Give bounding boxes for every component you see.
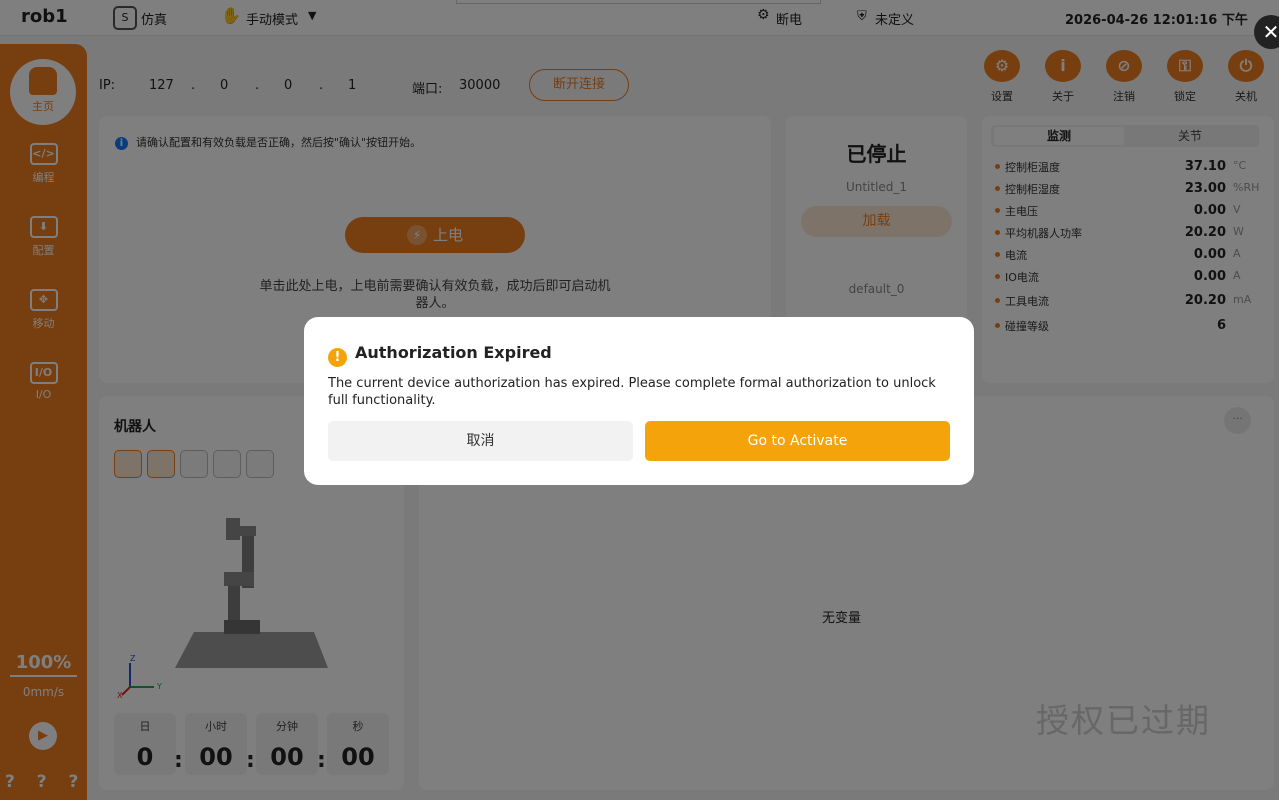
- close-icon: ✕: [1262, 20, 1279, 44]
- cancel-button[interactable]: 取消: [328, 421, 633, 461]
- warning-icon: !: [328, 348, 347, 367]
- activate-button[interactable]: Go to Activate: [645, 421, 950, 461]
- dialog-message: The current device authorization has exp…: [328, 376, 936, 408]
- dialog-title-text: Authorization Expired: [355, 343, 552, 362]
- dialog-title: ! Authorization Expired: [328, 343, 552, 367]
- authorization-dialog: ! Authorization Expired The current devic…: [304, 317, 974, 485]
